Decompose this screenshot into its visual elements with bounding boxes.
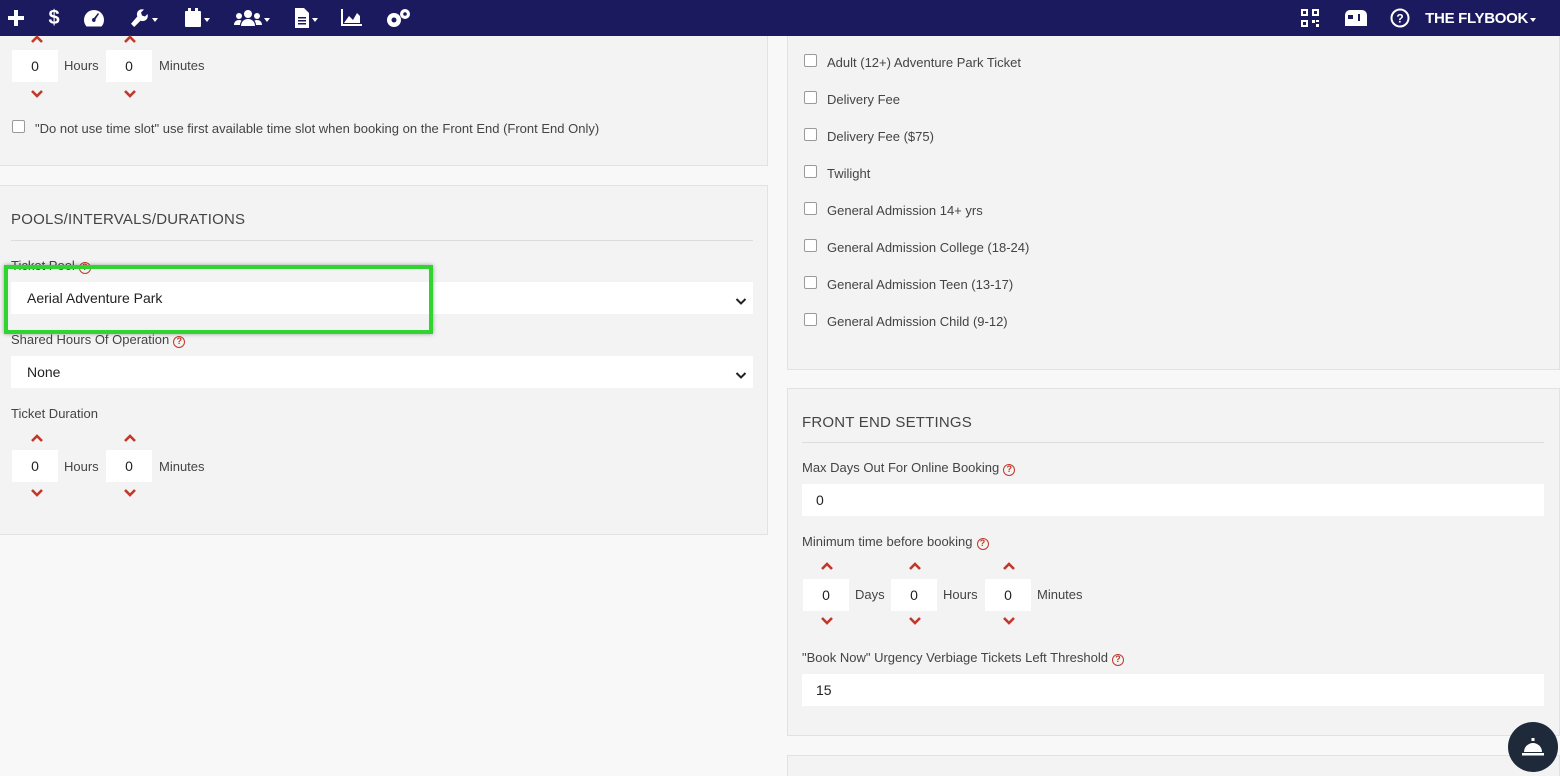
front-end-divider [802,442,1544,443]
hours-input[interactable]: 0 [12,50,58,82]
duration-minutes-down-chevron-icon[interactable] [123,488,137,498]
ticket-label: Adult (12+) Adventure Park Ticket [827,55,1022,70]
ticket-checkbox[interactable] [804,202,817,215]
ticket-label: Delivery Fee [827,92,900,107]
duration-hours-input[interactable]: 0 [12,450,58,482]
ticket-label: General Admission 14+ yrs [827,203,983,218]
max-days-help-icon[interactable]: ? [1003,464,1016,476]
hours-unit-label: Hours [64,58,99,73]
dashboard-icon[interactable] [82,0,106,36]
pools-title: POOLS/INTERVALS/DURATIONS [11,211,246,228]
hours-down-chevron-icon[interactable] [30,89,44,99]
ticket-label: General Admission Teen (13-17) [827,277,1014,292]
duration-minutes-input[interactable]: 0 [106,450,152,482]
pools-panel: POOLS/INTERVALS/DURATIONS Ticket Pool? A… [0,185,768,535]
ticket-label: Delivery Fee ($75) [827,129,934,144]
duration-minutes-up-chevron-icon[interactable] [123,433,137,443]
ticket-checkbox[interactable] [804,128,817,141]
time-slot-panel: 0 Hours 0 Minutes "Do not use time slot"… [0,34,768,166]
fe-hours-up-chevron-icon[interactable] [908,561,922,571]
ticket-checkbox[interactable] [804,239,817,252]
shared-hours-help-icon[interactable]: ? [173,336,186,348]
ticket-label: General Admission Child (9-12) [827,314,1008,329]
ticket-duration-label: Ticket Duration [11,406,98,421]
calendar-icon[interactable] [182,0,212,36]
wrench-icon[interactable] [128,0,160,36]
pools-divider [11,240,753,241]
next-panel [787,755,1560,776]
ticket-checkbox[interactable] [804,91,817,104]
duration-hours-up-chevron-icon[interactable] [30,433,44,443]
document-icon[interactable] [292,0,320,36]
days-down-chevron-icon[interactable] [820,616,834,626]
ticket-label: Twilight [827,166,871,181]
days-input[interactable]: 0 [803,579,849,611]
max-days-input[interactable]: 0 [802,484,1544,516]
shared-hours-select[interactable]: None [11,356,753,388]
svg-text:?: ? [1397,12,1404,26]
highlight-box [4,265,433,334]
fe-hours-down-chevron-icon[interactable] [908,616,922,626]
fe-minutes-up-chevron-icon[interactable] [1002,561,1016,571]
shared-hours-label: Shared Hours Of Operation? [11,332,186,348]
front-end-panel: FRONT END SETTINGS Max Days Out For Onli… [787,388,1560,736]
minutes-down-chevron-icon[interactable] [123,89,137,99]
min-time-help-icon[interactable]: ? [976,538,989,550]
qr-code-icon[interactable] [1299,0,1321,36]
dollar-icon[interactable]: $ [46,0,62,36]
minutes-input[interactable]: 0 [106,50,152,82]
days-up-chevron-icon[interactable] [820,561,834,571]
fe-hours-input[interactable]: 0 [891,579,937,611]
time-slot-checkbox-label: "Do not use time slot" use first availab… [35,121,600,136]
ticket-checkbox[interactable] [804,165,817,178]
ticket-checkbox[interactable] [804,276,817,289]
top-navbar: $ ? THE FLYBOOK [0,0,1560,36]
fe-minutes-unit: Minutes [1037,587,1083,602]
days-unit: Days [855,587,885,602]
ticket-label: General Admission College (18-24) [827,240,1030,255]
minutes-unit-label: Minutes [159,58,205,73]
mailbox-icon[interactable] [1343,0,1369,36]
urgency-input[interactable]: 15 [802,674,1544,706]
time-slot-checkbox[interactable] [12,120,25,133]
fe-minutes-down-chevron-icon[interactable] [1002,616,1016,626]
tickets-panel: Adult (12+) Adventure Park Ticket Delive… [787,36,1560,370]
fe-minutes-input[interactable]: 0 [985,579,1031,611]
duration-minutes-unit: Minutes [159,459,205,474]
chart-icon[interactable] [340,0,362,36]
help-desk-bell-icon[interactable] [1508,722,1558,772]
min-time-label: Minimum time before booking? [802,534,989,550]
shared-hours-value: None [27,364,61,380]
urgency-label: "Book Now" Urgency Verbiage Tickets Left… [802,650,1124,666]
plus-icon[interactable] [6,0,26,36]
settings-icon[interactable] [384,0,412,36]
brand-label: THE FLYBOOK [1425,9,1528,27]
hours-up-chevron-icon[interactable] [30,34,44,44]
ticket-checkbox[interactable] [804,54,817,67]
account-menu[interactable]: THE FLYBOOK [1425,10,1536,27]
max-days-label: Max Days Out For Online Booking? [802,460,1016,476]
help-icon[interactable]: ? [1389,0,1411,36]
duration-hours-down-chevron-icon[interactable] [30,488,44,498]
urgency-help-icon[interactable]: ? [1111,654,1124,666]
fe-hours-unit: Hours [943,587,978,602]
chevron-down-icon [735,293,747,309]
ticket-checkbox[interactable] [804,313,817,326]
duration-hours-unit: Hours [64,459,99,474]
minutes-up-chevron-icon[interactable] [123,34,137,44]
chevron-down-icon [735,367,747,383]
front-end-title: FRONT END SETTINGS [802,414,972,431]
users-icon[interactable] [234,0,270,36]
